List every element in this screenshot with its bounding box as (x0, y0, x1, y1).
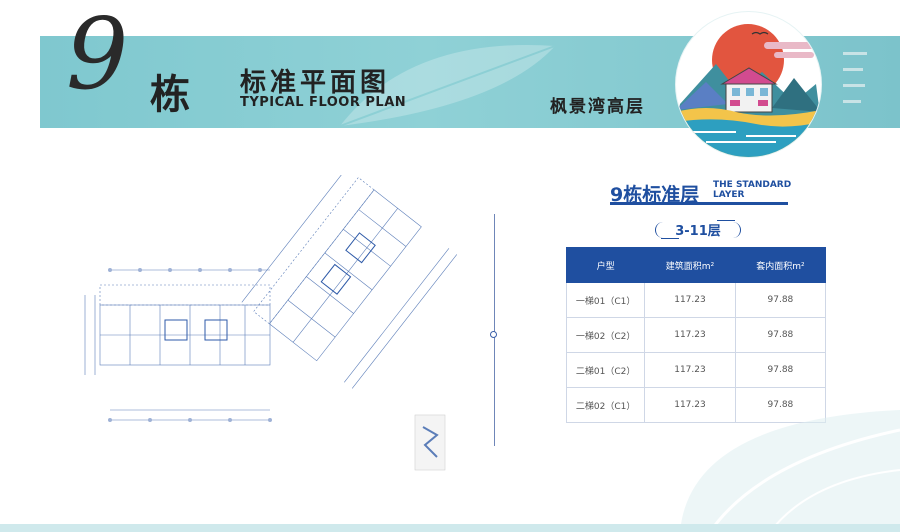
floor-levels: 3-11层 (675, 224, 721, 239)
footer-bar (0, 524, 900, 532)
landscape-emblem (676, 12, 821, 157)
col-unit-type: 户型 (565, 247, 646, 283)
side-notes (843, 52, 883, 116)
cell-inner-area: 97.88 (734, 317, 827, 353)
cell-building-area: 117.23 (644, 282, 736, 318)
area-table: 户型 建筑面积m² 套内面积m² 一梯01（C1） 117.23 97.88 一… (565, 247, 827, 423)
page-subtitle: TYPICAL FLOOR PLAN (240, 95, 407, 110)
cell-unit-type: 一梯01（C1） (565, 282, 646, 318)
building-suffix: 栋 (150, 72, 192, 118)
cell-building-area: 117.23 (644, 317, 736, 353)
floor-title-en: THE STANDARD LAYER (713, 180, 792, 200)
col-inner-area: 套内面积m² (734, 247, 827, 283)
leaf-decoration (680, 410, 900, 532)
cell-unit-type: 一梯02（C2） (565, 317, 646, 353)
landscape-illustration (676, 14, 821, 157)
cell-inner-area: 97.88 (734, 352, 827, 388)
table-header-row: 户型 建筑面积m² 套内面积m² (565, 247, 827, 283)
table-row: 一梯01（C1） 117.23 97.88 (565, 282, 827, 318)
floor-plan-drawing (84, 175, 458, 471)
key-plan-icon (414, 414, 446, 471)
floor-title-underline (610, 202, 788, 205)
building-number: 9 (66, 0, 129, 112)
vertical-divider (494, 214, 495, 446)
cell-inner-area: 97.88 (734, 282, 827, 318)
divider-node (490, 331, 497, 338)
estate-name: 枫景湾高层 (550, 97, 645, 117)
col-building-area: 建筑面积m² (644, 247, 736, 283)
page-title: 标准平面图 (240, 68, 391, 98)
table-row: 二梯01（C2） 117.23 97.88 (565, 352, 827, 388)
table-row: 一梯02（C2） 117.23 97.88 (565, 317, 827, 353)
cell-building-area: 117.23 (644, 352, 736, 388)
cell-unit-type: 二梯01（C2） (565, 352, 646, 388)
